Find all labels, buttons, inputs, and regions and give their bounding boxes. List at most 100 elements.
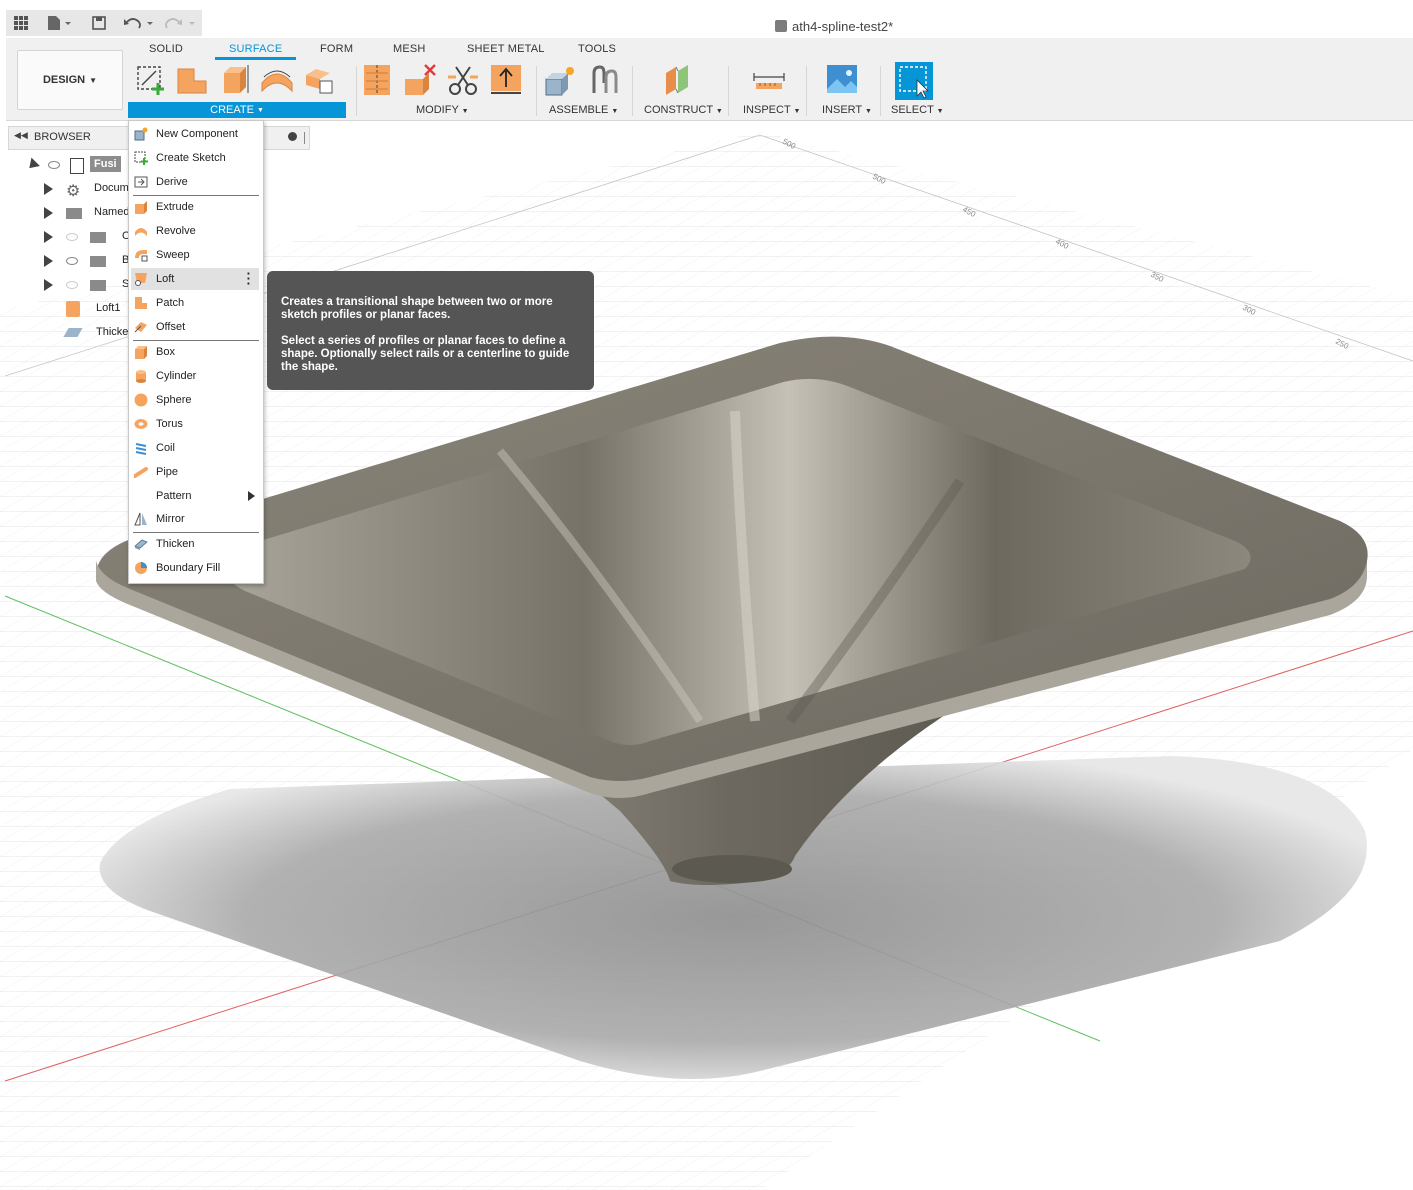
joint-icon[interactable] [588,63,622,97]
menu-item-patch[interactable]: Patch [131,292,259,314]
menu-item-coil[interactable]: Coil [131,437,259,459]
file-icon[interactable] [44,13,74,33]
create-sketch-icon [134,151,148,165]
expand-triangle-icon[interactable] [44,207,53,219]
modify-group-label: MODIFY [416,104,459,116]
expand-triangle-icon[interactable] [44,255,53,267]
expand-triangle-icon[interactable] [44,183,53,195]
insert-image-icon[interactable] [825,63,859,97]
tab-mesh[interactable]: MESH [393,43,426,55]
patch-icon[interactable] [176,63,210,97]
menu-item-cylinder[interactable]: Cylinder [131,365,259,387]
torus-icon [134,417,148,431]
boundary-fill-icon [134,561,148,575]
assemble-group-button[interactable]: ASSEMBLE ▼ [549,104,618,116]
revolve-icon[interactable] [260,63,294,97]
chevron-down-icon: ▼ [89,75,98,85]
ribbon-divider [356,66,357,116]
select-icon[interactable] [895,62,933,100]
pin-icon[interactable] [288,132,297,141]
menu-item-label: Boundary Fill [156,562,221,574]
select-group-button[interactable]: SELECT ▼ [891,104,944,116]
menu-item-torus[interactable]: Torus [131,413,259,435]
tab-tools[interactable]: TOOLS [578,43,616,55]
menu-item-sweep[interactable]: Sweep [131,244,259,266]
revolve-icon [134,224,148,238]
menu-item-boundary-fill[interactable]: Boundary Fill [131,557,259,579]
workspace-switcher-button[interactable]: DESIGN ▼ [17,50,123,110]
model-cone-tip [672,855,792,883]
construct-group-button[interactable]: CONSTRUCT ▼ [644,104,723,116]
menu-item-create-sketch[interactable]: Create Sketch [131,147,259,169]
insert-group-button[interactable]: INSERT ▼ [822,104,872,116]
menu-item-offset[interactable]: Offset [131,316,259,338]
create-sketch-icon[interactable] [134,63,168,97]
sphere-icon [134,393,148,407]
menu-item-box[interactable]: Box [131,341,259,363]
trim-scissors-icon[interactable] [446,63,480,97]
inspect-group-button[interactable]: INSPECT ▼ [743,104,800,116]
mirror-icon [134,512,148,526]
more-options-icon[interactable]: · · · [247,267,251,290]
expand-triangle-icon[interactable] [25,157,40,173]
panel-resize-handle[interactable] [304,132,305,144]
eye-hidden-icon[interactable] [66,233,78,241]
modify-group-button[interactable]: MODIFY ▼ [416,104,469,116]
menu-item-revolve[interactable]: Revolve [131,220,259,242]
tab-sheet-metal[interactable]: SHEET METAL [467,43,545,55]
construct-plane-icon[interactable] [662,63,696,97]
create-dropdown-menu: New Component Create Sketch Derive Extru… [128,120,264,584]
menu-item-label: Offset [156,321,186,333]
measure-icon[interactable] [752,63,786,97]
chevron-down-icon: ▼ [611,108,619,115]
grid-menu-icon[interactable] [12,13,30,33]
save-icon[interactable] [90,13,108,33]
eye-hidden-icon[interactable] [66,281,78,289]
delete-face-icon[interactable] [403,63,437,97]
menu-item-label: Thicken [156,538,195,550]
pipe-icon [134,465,148,479]
menu-item-sphere[interactable]: Sphere [131,389,259,411]
eye-icon[interactable] [48,161,60,169]
new-component-tool-icon[interactable] [544,63,578,97]
redo-icon[interactable] [164,13,196,33]
new-component-icon [134,127,148,141]
menu-item-mirror[interactable]: Mirror [131,508,259,530]
menu-item-extrude[interactable]: Extrude [131,196,259,218]
undo-icon[interactable] [122,13,154,33]
browser-row-root[interactable]: Fusi [25,154,138,176]
title-bar: ath4-spline-test2* [0,0,1413,38]
split-body-icon[interactable] [360,63,394,97]
menu-item-pipe[interactable]: Pipe [131,461,259,483]
menu-item-label: Mirror [156,513,185,525]
menu-item-label: Coil [156,442,175,454]
tab-surface[interactable]: SURFACE [214,43,297,60]
menu-item-new-component[interactable]: New Component [131,123,259,145]
chevron-down-icon: ▼ [936,108,944,115]
menu-item-label: Sphere [156,394,192,406]
menu-item-label: Torus [156,418,183,430]
collapse-panel-icon[interactable]: ◀◀ [14,130,28,141]
construct-group-label: CONSTRUCT [644,104,713,116]
component-icon [70,158,84,174]
create-group-button[interactable]: CREATE ▼ [128,102,346,118]
menu-item-pattern[interactable]: Pattern [131,485,259,507]
extrude-icon[interactable] [218,63,252,97]
menu-item-label: Revolve [156,225,196,237]
derive-icon [134,175,148,189]
menu-item-loft[interactable]: Loft · · · [131,267,259,290]
chevron-down-icon: ▼ [461,108,469,115]
expand-triangle-icon[interactable] [44,231,53,243]
ribbon-divider [880,66,881,116]
menu-item-label: Patch [156,297,185,309]
extend-surface-icon[interactable] [489,63,523,97]
tab-form[interactable]: FORM [320,43,353,55]
thicken-tool-icon[interactable] [302,63,336,97]
tab-solid[interactable]: SOLID [149,43,183,55]
menu-item-thicken[interactable]: Thicken [131,533,259,555]
menu-item-derive[interactable]: Derive [131,171,259,193]
expand-triangle-icon[interactable] [44,279,53,291]
thicken-icon [134,537,148,551]
folder-icon [66,208,82,219]
eye-icon[interactable] [66,257,78,265]
